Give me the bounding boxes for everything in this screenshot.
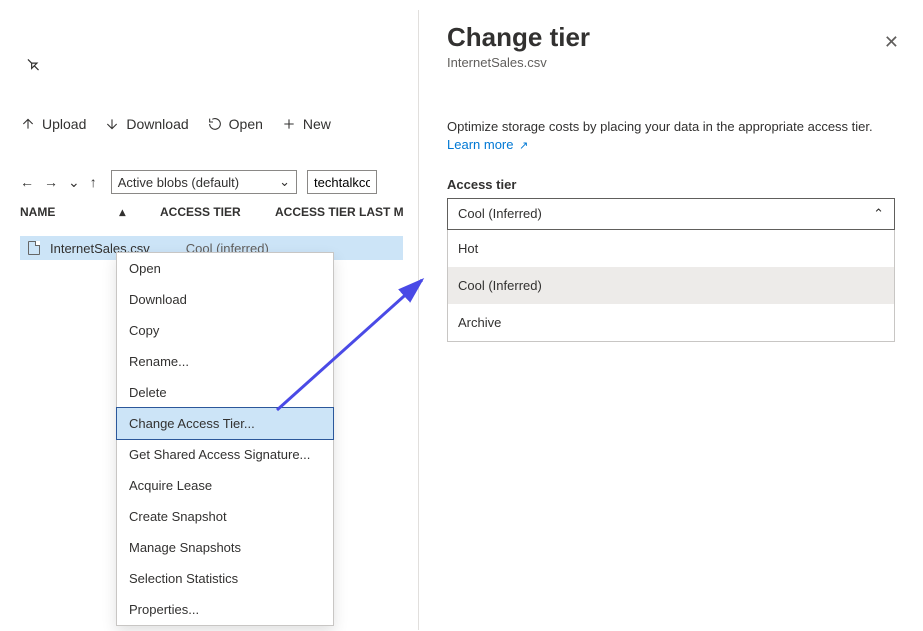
upload-icon [20, 116, 36, 132]
open-icon [207, 116, 223, 132]
context-menu: OpenDownloadCopyRename...DeleteChange Ac… [116, 252, 334, 626]
tier-option[interactable]: Cool (Inferred) [448, 267, 894, 304]
upload-button[interactable]: Upload [20, 116, 86, 132]
learn-more-link[interactable]: Learn more ↗ [447, 137, 528, 152]
sort-asc-icon: ▴ [119, 205, 125, 219]
open-label: Open [229, 116, 263, 132]
upload-label: Upload [42, 116, 86, 132]
nav-up-icon[interactable]: ↑ [88, 172, 99, 192]
download-button[interactable]: Download [104, 116, 188, 132]
pin-icon[interactable] [21, 52, 50, 81]
chevron-up-icon: ⌃ [873, 206, 884, 222]
context-menu-item[interactable]: Acquire Lease [117, 470, 333, 501]
context-menu-item[interactable]: Delete [117, 377, 333, 408]
download-icon [104, 116, 120, 132]
change-tier-panel: ✕ Change tier InternetSales.csv Optimize… [418, 10, 923, 630]
open-button[interactable]: Open [207, 116, 263, 132]
panel-title: Change tier [447, 22, 895, 53]
nav-recent-icon[interactable]: ⌄ [66, 172, 82, 193]
access-tier-select[interactable]: Cool (Inferred) ⌃ [447, 198, 895, 230]
navigation-bar: ← → ⌄ ↑ Active blobs (default) ⌄ [18, 170, 377, 194]
context-menu-item[interactable]: Manage Snapshots [117, 532, 333, 563]
access-tier-label: Access tier [447, 177, 895, 192]
new-label: New [303, 116, 331, 132]
close-icon[interactable]: ✕ [884, 32, 899, 53]
tier-option[interactable]: Hot [448, 230, 894, 267]
context-menu-item[interactable]: Change Access Tier... [117, 408, 333, 439]
context-menu-item[interactable]: Open [117, 253, 333, 284]
context-menu-item[interactable]: Rename... [117, 346, 333, 377]
tier-option[interactable]: Archive [448, 304, 894, 341]
download-label: Download [126, 116, 188, 132]
context-menu-item[interactable]: Get Shared Access Signature... [117, 439, 333, 470]
column-access-tier[interactable]: ACCESS TIER [160, 205, 275, 219]
chevron-down-icon: ⌄ [279, 174, 290, 190]
context-menu-item[interactable]: Selection Statistics [117, 563, 333, 594]
blob-filter-select[interactable]: Active blobs (default) ⌄ [111, 170, 297, 194]
blob-filter-value: Active blobs (default) [118, 175, 239, 190]
table-header: NAME ▴ ACCESS TIER ACCESS TIER LAST M [20, 205, 445, 219]
toolbar: Upload Download Open New [20, 116, 331, 132]
nav-forward-icon[interactable]: → [42, 172, 60, 192]
panel-subtitle: InternetSales.csv [447, 55, 895, 70]
file-icon [28, 241, 40, 255]
context-menu-item[interactable]: Copy [117, 315, 333, 346]
context-menu-item[interactable]: Create Snapshot [117, 501, 333, 532]
context-menu-item[interactable]: Properties... [117, 594, 333, 625]
external-link-icon: ↗ [519, 140, 528, 152]
plus-icon [281, 116, 297, 132]
new-button[interactable]: New [281, 116, 331, 132]
context-menu-item[interactable]: Download [117, 284, 333, 315]
access-tier-dropdown: HotCool (Inferred)Archive [447, 230, 895, 342]
access-tier-value: Cool (Inferred) [458, 206, 542, 221]
nav-back-icon[interactable]: ← [18, 172, 36, 192]
column-name[interactable]: NAME ▴ [20, 205, 160, 219]
panel-description: Optimize storage costs by placing your d… [447, 118, 895, 155]
path-input[interactable] [307, 170, 377, 194]
